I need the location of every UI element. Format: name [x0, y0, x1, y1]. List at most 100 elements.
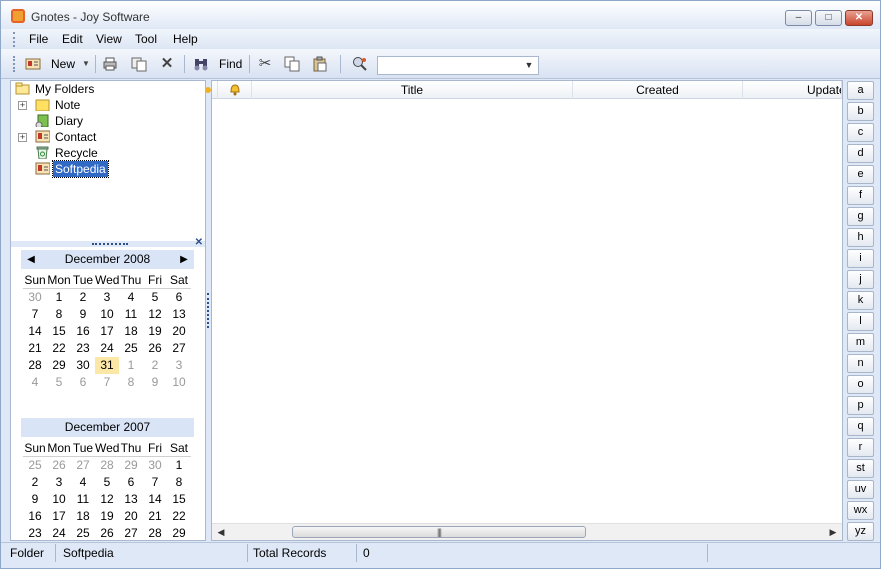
calendar-day[interactable]: 22 [167, 508, 191, 525]
calendar-day[interactable]: 9 [23, 491, 47, 508]
tree-item-softpedia[interactable]: Softpedia [11, 160, 201, 178]
calendar-day[interactable]: 3 [47, 474, 71, 491]
close-button[interactable]: ✕ [845, 10, 873, 26]
calendar-day[interactable]: 7 [95, 374, 119, 391]
calendar-day[interactable]: 25 [23, 457, 47, 474]
calendar-day[interactable]: 13 [119, 491, 143, 508]
column-created[interactable]: Created [573, 81, 743, 99]
find-button[interactable]: Find [219, 57, 242, 71]
calendar-day[interactable]: 6 [119, 474, 143, 491]
alpha-index-button[interactable]: h [847, 228, 874, 247]
alpha-index-button[interactable]: a [847, 81, 874, 100]
toolbar-grip[interactable] [13, 56, 16, 72]
menu-grip[interactable] [13, 32, 16, 47]
calendar-day[interactable]: 14 [23, 323, 47, 340]
calendar-day[interactable]: 8 [47, 306, 71, 323]
menu-help[interactable]: Help [173, 32, 198, 46]
calendar-day[interactable]: 29 [119, 457, 143, 474]
calendar-day[interactable]: 28 [23, 357, 47, 374]
horizontal-scrollbar[interactable]: ◀ ||| ▶ [212, 523, 842, 540]
calendar-day[interactable]: 1 [119, 357, 143, 374]
calendar-day[interactable]: 25 [71, 525, 95, 542]
calendar-day[interactable]: 30 [143, 457, 167, 474]
alpha-index-button[interactable]: i [847, 249, 874, 268]
calendar-day[interactable]: 4 [119, 289, 143, 306]
minimize-button[interactable]: – [785, 10, 812, 26]
print-icon[interactable] [102, 56, 118, 72]
calendar-day[interactable]: 4 [71, 474, 95, 491]
calendar-day[interactable]: 6 [167, 289, 191, 306]
column-title[interactable]: Title [252, 81, 573, 99]
alpha-index-button[interactable]: q [847, 417, 874, 436]
calendar-day[interactable]: 22 [47, 340, 71, 357]
alpha-index-button[interactable]: uv [847, 480, 874, 499]
calendar-day[interactable]: 24 [47, 525, 71, 542]
calendar-day[interactable]: 7 [23, 306, 47, 323]
calendar-day[interactable]: 8 [119, 374, 143, 391]
calendar-day[interactable]: 17 [95, 323, 119, 340]
prev-month-icon[interactable]: ◀ [24, 250, 38, 269]
chevron-down-icon[interactable]: ▼ [522, 58, 536, 73]
new-note-icon[interactable] [25, 56, 41, 72]
paste-icon[interactable] [312, 56, 328, 72]
alpha-index-button[interactable]: f [847, 186, 874, 205]
calendar-day[interactable]: 20 [167, 323, 191, 340]
calendar-day[interactable]: 18 [119, 323, 143, 340]
column-updated[interactable]: Updated [743, 81, 842, 99]
alpha-index-button[interactable]: m [847, 333, 874, 352]
calendar-day[interactable]: 5 [47, 374, 71, 391]
attachment-column-icon[interactable] [204, 81, 218, 99]
alpha-index-button[interactable]: l [847, 312, 874, 331]
calendar-day[interactable]: 4 [23, 374, 47, 391]
calendar-day[interactable]: 31 [95, 357, 119, 374]
calendar-day[interactable]: 13 [167, 306, 191, 323]
calendar-day[interactable]: 20 [119, 508, 143, 525]
tree-item-note[interactable]: + Note [11, 97, 201, 113]
calendar-day[interactable]: 5 [143, 289, 167, 306]
calendar-day[interactable]: 30 [23, 289, 47, 306]
menu-tool[interactable]: Tool [135, 32, 157, 46]
alpha-index-button[interactable]: yz [847, 522, 874, 541]
calendar-day[interactable]: 21 [23, 340, 47, 357]
calendar-day[interactable]: 15 [167, 491, 191, 508]
expand-icon[interactable]: + [18, 101, 27, 110]
calendar-day[interactable]: 1 [167, 457, 191, 474]
calendar-day[interactable]: 28 [95, 457, 119, 474]
calendar-day[interactable]: 9 [143, 374, 167, 391]
calendar-day[interactable]: 2 [23, 474, 47, 491]
calendar-day[interactable]: 26 [47, 457, 71, 474]
search-combo[interactable]: ▼ [377, 56, 539, 75]
bell-icon[interactable] [218, 81, 252, 99]
calendar-day[interactable]: 17 [47, 508, 71, 525]
alpha-index-button[interactable]: n [847, 354, 874, 373]
alpha-index-button[interactable]: d [847, 144, 874, 163]
splitter-grip[interactable] [92, 243, 128, 245]
tree-item-diary[interactable]: Diary [11, 113, 201, 129]
scroll-left-icon[interactable]: ◀ [214, 525, 228, 539]
alpha-index-button[interactable]: g [847, 207, 874, 226]
calendar-day[interactable]: 18 [71, 508, 95, 525]
calendar-day[interactable]: 16 [23, 508, 47, 525]
alpha-index-button[interactable]: k [847, 291, 874, 310]
calendar-day[interactable]: 12 [143, 306, 167, 323]
splitter-grip[interactable] [207, 293, 209, 328]
calendar-day[interactable]: 26 [95, 525, 119, 542]
calendar-splitter[interactable]: ✕ [11, 237, 205, 248]
calendar-day[interactable]: 10 [47, 491, 71, 508]
copy-icon[interactable] [284, 56, 300, 72]
tree-item-recycle[interactable]: Recycle [11, 145, 201, 161]
calendar-day[interactable]: 14 [143, 491, 167, 508]
calendar-day[interactable]: 27 [167, 340, 191, 357]
menu-edit[interactable]: Edit [62, 32, 83, 46]
calendar-day[interactable]: 1 [47, 289, 71, 306]
scrollbar-thumb[interactable]: ||| [292, 526, 586, 538]
new-button[interactable]: New [51, 57, 75, 71]
calendar-day[interactable]: 10 [95, 306, 119, 323]
alpha-index-button[interactable]: c [847, 123, 874, 142]
calendar-day[interactable]: 9 [71, 306, 95, 323]
calendar-day[interactable]: 30 [71, 357, 95, 374]
calendar-day[interactable]: 28 [143, 525, 167, 542]
calendar-day[interactable]: 21 [143, 508, 167, 525]
calendar-day[interactable]: 24 [95, 340, 119, 357]
calendar-day[interactable]: 12 [95, 491, 119, 508]
